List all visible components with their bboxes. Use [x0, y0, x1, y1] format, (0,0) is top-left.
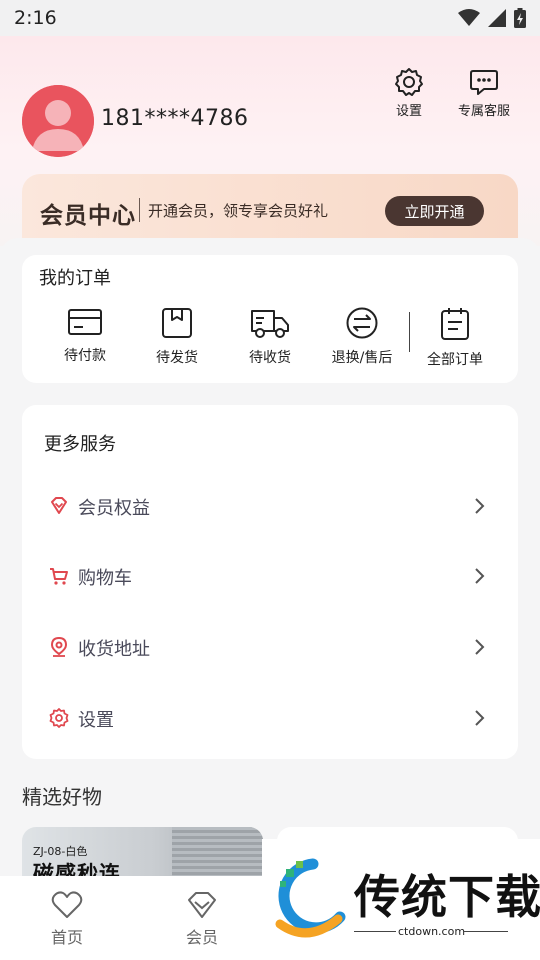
status-time: 2:16 [14, 7, 57, 29]
service-label: 购物车 [78, 568, 132, 589]
order-all-orders[interactable]: 全部订单 [410, 307, 500, 369]
customer-service-action[interactable]: 专属客服 [458, 66, 510, 119]
order-label: 待付款 [64, 348, 106, 364]
order-label: 待发货 [156, 350, 198, 366]
more-services-title: 更多服务 [44, 434, 116, 455]
delivery-truck-icon [251, 310, 289, 338]
chat-bubble-icon [470, 70, 498, 95]
featured-products-title: 精选好物 [22, 785, 102, 809]
status-icons [458, 8, 526, 28]
wallet-card-icon [68, 309, 102, 335]
chevron-right-icon [475, 568, 485, 584]
wifi-icon [458, 9, 480, 26]
chevron-right-icon [475, 710, 485, 726]
tab-label: 首页 [50, 928, 83, 947]
watermark-line-right [464, 931, 508, 932]
user-silhouette-icon [22, 85, 94, 157]
open-vip-button[interactable]: 立即开通 [385, 196, 484, 226]
watermark-line-left [354, 931, 396, 932]
shopping-cart-icon [50, 568, 68, 585]
service-label: 设置 [78, 710, 114, 731]
my-orders-title: 我的订单 [39, 268, 111, 289]
service-member-benefits[interactable]: 会员权益 [22, 481, 518, 531]
service-shipping-address[interactable]: 收货地址 [22, 622, 518, 672]
vip-center-banner[interactable]: 会员中心 开通会员，领专享会员好礼 立即开通 [22, 174, 518, 240]
vip-center-title: 会员中心 [40, 203, 136, 229]
status-bar: 2:16 [0, 0, 540, 36]
gear-icon [395, 68, 423, 96]
order-label: 全部订单 [427, 352, 483, 368]
cellular-signal-icon [488, 9, 506, 27]
order-pending-receipt[interactable]: 待收货 [225, 307, 315, 367]
service-settings[interactable]: 设置 [22, 693, 518, 743]
watermark-overlay: 传统下载 ctdown.com [262, 839, 540, 960]
chevron-right-icon [475, 498, 485, 514]
order-label: 待收货 [249, 350, 291, 366]
order-returns-aftersales[interactable]: 退换/售后 [317, 307, 407, 367]
order-pending-payment[interactable]: 待付款 [40, 307, 130, 365]
watermark-logo-icon [275, 858, 346, 938]
gear-icon [49, 708, 69, 728]
user-phone-number: 181****4786 [101, 106, 249, 131]
service-label: 收货地址 [78, 639, 150, 660]
order-label: 退换/售后 [331, 350, 393, 366]
settings-label: 设置 [395, 104, 422, 119]
location-pin-icon [50, 637, 68, 657]
watermark-text: 传统下载 [354, 870, 540, 924]
vip-description: 开通会员，领专享会员好礼 [148, 202, 329, 220]
tab-label: 会员 [185, 928, 218, 947]
order-pending-shipment[interactable]: 待发货 [132, 307, 222, 367]
heart-home-icon [51, 891, 83, 918]
more-services-card: 更多服务 会员权益 购物车 收货地址 设置 [22, 405, 518, 759]
order-list-icon [441, 308, 469, 340]
battery-charging-icon [514, 8, 526, 28]
tab-member[interactable]: 会员 [162, 890, 242, 948]
service-shopping-cart[interactable]: 购物车 [22, 551, 518, 601]
chevron-right-icon [475, 639, 485, 655]
product-sku: ZJ-08-白色 [33, 845, 88, 858]
settings-action[interactable]: 设置 [393, 66, 425, 119]
customer-service-label: 专属客服 [458, 104, 511, 119]
vip-divider [139, 198, 140, 222]
exchange-arrows-icon [346, 307, 378, 339]
package-box-icon [162, 308, 192, 338]
service-label: 会员权益 [78, 498, 150, 519]
my-orders-card: 我的订单 待付款 待发货 待收货 退换/售后 全部订单 [22, 255, 518, 383]
diamond-icon [51, 497, 67, 514]
watermark-url: ctdown.com [398, 925, 466, 938]
diamond-tab-icon [188, 892, 216, 918]
tab-home[interactable]: 首页 [27, 890, 107, 948]
avatar[interactable] [22, 85, 94, 157]
